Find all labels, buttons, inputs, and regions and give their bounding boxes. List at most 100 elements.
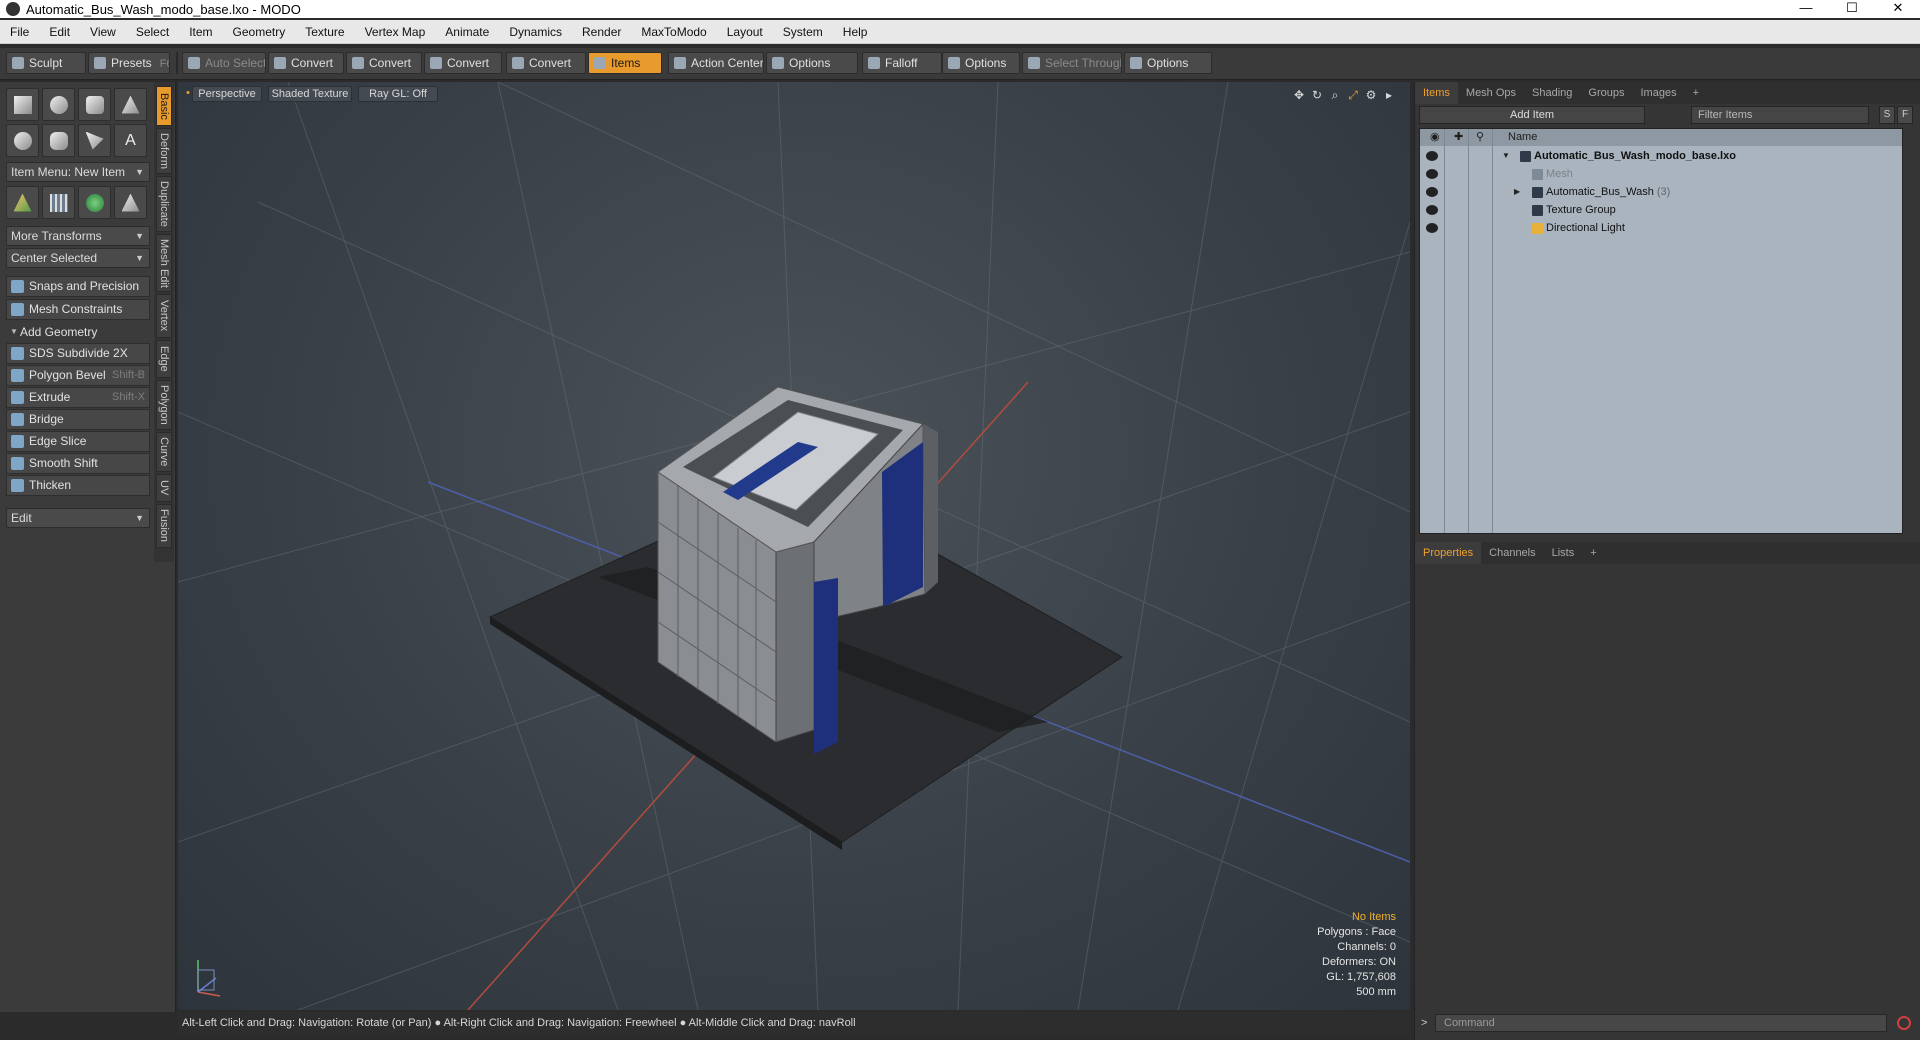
tree-row-texture-group[interactable]: Texture Group <box>1420 201 1902 219</box>
shading-mode-button[interactable]: Shaded Texture <box>268 86 352 102</box>
snaps-precision-button[interactable]: Snaps and Precision <box>6 276 150 297</box>
close-button[interactable]: ✕ <box>1876 0 1920 18</box>
item-menu-dropdown[interactable]: Item Menu: New Item ▼ <box>6 162 150 182</box>
menu-render[interactable]: Render <box>572 20 631 44</box>
menu-maxtomodo[interactable]: MaxToModo <box>631 20 716 44</box>
name-column-header[interactable]: Name <box>1508 129 1537 146</box>
menu-animate[interactable]: Animate <box>435 20 499 44</box>
viewport-menu-icon[interactable]: • <box>184 86 192 102</box>
fit-view-icon[interactable]: ⤢ <box>1346 88 1360 102</box>
select-through-button[interactable]: Select Through <box>1022 52 1122 74</box>
3d-viewport[interactable]: • Perspective Shaded Texture Ray GL: Off… <box>178 82 1410 1010</box>
sculpt-button[interactable]: Sculpt <box>6 52 86 74</box>
vtab-duplicate[interactable]: Duplicate <box>156 176 172 232</box>
select-options-button[interactable]: Options <box>1124 52 1212 74</box>
sphere-icon[interactable] <box>42 88 75 121</box>
vtab-mesh-edit[interactable]: Mesh Edit <box>156 234 172 292</box>
menu-file[interactable]: File <box>0 20 39 44</box>
vtab-uv[interactable]: UV <box>156 474 172 502</box>
add-geometry-section[interactable]: ▼ Add Geometry <box>6 322 150 342</box>
polygon-bevel-button[interactable]: Polygon Bevel Shift-B <box>6 365 150 386</box>
tab-lists[interactable]: Lists <box>1544 542 1583 564</box>
menu-texture[interactable]: Texture <box>295 20 354 44</box>
add-item-button[interactable]: Add Item <box>1419 106 1645 124</box>
more-transforms-dropdown[interactable]: More Transforms ▼ <box>6 226 150 246</box>
convert-polygons-button[interactable]: Convert <box>424 52 502 74</box>
vtab-fusion[interactable]: Fusion <box>156 504 172 548</box>
zoom-view-icon[interactable]: ⌕ <box>1328 88 1342 102</box>
convert-edges-button[interactable]: Convert <box>346 52 422 74</box>
vtab-basic[interactable]: Basic <box>156 86 172 126</box>
rotate-view-icon[interactable]: ↻ <box>1310 88 1324 102</box>
cube-icon[interactable] <box>6 88 39 121</box>
pyramid-icon[interactable] <box>114 186 147 219</box>
tree-row-mesh[interactable]: Mesh <box>1420 165 1902 183</box>
extrude-button[interactable]: Extrude Shift-X <box>6 387 150 408</box>
transform-icon[interactable] <box>6 186 39 219</box>
thicken-button[interactable]: Thicken <box>6 475 150 496</box>
vtab-polygon[interactable]: Polygon <box>156 380 172 430</box>
falloff-options-button[interactable]: Options <box>942 52 1020 74</box>
view-mode-button[interactable]: Perspective <box>192 86 262 102</box>
expand-arrow-icon[interactable]: ▶ <box>1514 183 1520 201</box>
tab-items[interactable]: Items <box>1415 82 1458 104</box>
filter-f-button[interactable]: F <box>1897 106 1913 124</box>
text-tool-icon[interactable]: A <box>114 124 147 157</box>
filter-items-input[interactable]: Filter Items <box>1691 106 1869 124</box>
action-center-options-button[interactable]: Options <box>766 52 858 74</box>
add-tab-button[interactable]: + <box>1685 82 1707 104</box>
filter-s-button[interactable]: S <box>1879 106 1895 124</box>
vtab-edge[interactable]: Edge <box>156 340 172 378</box>
visibility-eye-icon[interactable] <box>1426 187 1438 197</box>
globe-icon[interactable] <box>78 186 111 219</box>
vtab-curve[interactable]: Curve <box>156 432 172 472</box>
menu-system[interactable]: System <box>773 20 833 44</box>
items-tree[interactable]: ◉ ✚ ⚲ Name ▼ Automatic_Bus_Wash_modo_bas… <box>1419 128 1903 534</box>
minimize-button[interactable]: — <box>1784 0 1828 18</box>
cone-icon[interactable] <box>114 88 147 121</box>
tree-row-scene[interactable]: ▼ Automatic_Bus_Wash_modo_base.lxo <box>1420 147 1902 165</box>
convert-materials-button[interactable]: Convert <box>506 52 586 74</box>
presets-button[interactable]: Presets F6 <box>88 52 170 74</box>
menu-edit[interactable]: Edit <box>39 20 80 44</box>
menu-layout[interactable]: Layout <box>717 20 773 44</box>
tab-groups[interactable]: Groups <box>1580 82 1632 104</box>
menu-item[interactable]: Item <box>179 20 222 44</box>
capsule-icon[interactable] <box>42 124 75 157</box>
grid-icon[interactable] <box>42 186 75 219</box>
tab-images[interactable]: Images <box>1633 82 1685 104</box>
raygl-button[interactable]: Ray GL: Off <box>358 86 438 102</box>
cylinder-icon[interactable] <box>78 88 111 121</box>
items-mode-button[interactable]: Items <box>588 52 662 74</box>
edge-slice-button[interactable]: Edge Slice <box>6 431 150 452</box>
auto-select-button[interactable]: Auto Select <box>182 52 266 74</box>
menu-select[interactable]: Select <box>126 20 179 44</box>
edit-dropdown[interactable]: Edit ▼ <box>6 508 150 528</box>
visibility-eye-icon[interactable] <box>1426 223 1438 233</box>
tab-mesh-ops[interactable]: Mesh Ops <box>1458 82 1524 104</box>
scene-render[interactable] <box>178 82 1410 1010</box>
convert-vertices-button[interactable]: Convert <box>268 52 344 74</box>
menu-help[interactable]: Help <box>833 20 878 44</box>
command-input[interactable]: Command <box>1435 1014 1887 1032</box>
menu-dynamics[interactable]: Dynamics <box>499 20 572 44</box>
viewport-expand-icon[interactable]: ▸ <box>1382 88 1396 102</box>
move-view-icon[interactable]: ✥ <box>1292 88 1306 102</box>
bridge-button[interactable]: Bridge <box>6 409 150 430</box>
torus-icon[interactable] <box>6 124 39 157</box>
menu-vertex-map[interactable]: Vertex Map <box>355 20 436 44</box>
menu-view[interactable]: View <box>80 20 126 44</box>
add-tab-button[interactable]: + <box>1582 542 1604 564</box>
vtab-deform[interactable]: Deform <box>156 128 172 174</box>
tab-channels[interactable]: Channels <box>1481 542 1543 564</box>
visibility-eye-icon[interactable] <box>1426 169 1438 179</box>
smooth-shift-button[interactable]: Smooth Shift <box>6 453 150 474</box>
menu-geometry[interactable]: Geometry <box>223 20 296 44</box>
visibility-eye-icon[interactable] <box>1426 151 1438 161</box>
pen-icon[interactable] <box>78 124 111 157</box>
maximize-button[interactable]: ☐ <box>1830 0 1874 18</box>
collapse-arrow-icon[interactable]: ▼ <box>1502 147 1510 165</box>
tree-row-group[interactable]: ▶ Automatic_Bus_Wash (3) <box>1420 183 1902 201</box>
falloff-button[interactable]: Falloff <box>862 52 942 74</box>
action-center-button[interactable]: Action Center <box>668 52 764 74</box>
